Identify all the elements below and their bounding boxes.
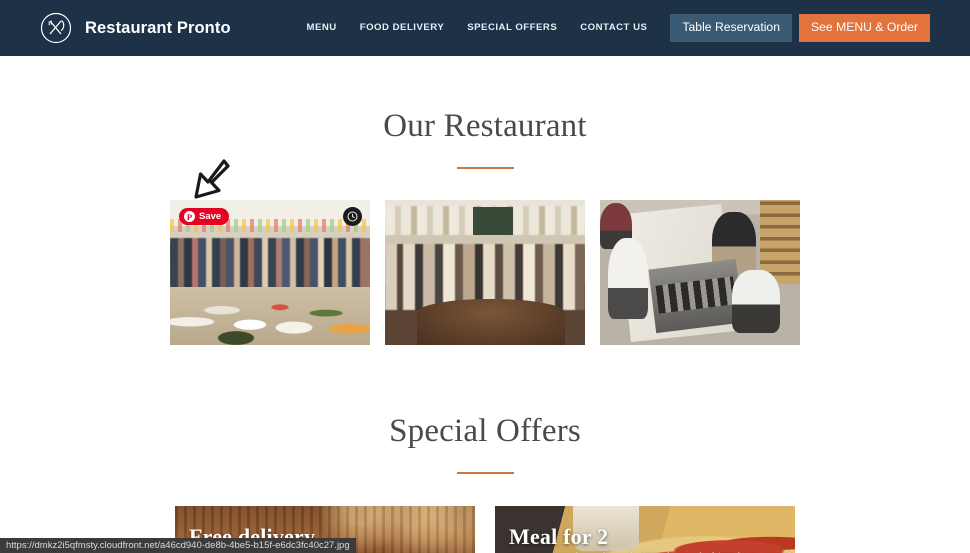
our-restaurant-title: Our Restaurant [383, 108, 587, 144]
see-menu-and-order-button[interactable]: See MENU & Order [798, 13, 930, 43]
photo-barista-decoration [732, 269, 780, 334]
photo-customer-decoration [608, 237, 648, 319]
special-offers-title-rule [456, 472, 514, 474]
restaurant-photo-gallery: P Save [0, 200, 970, 345]
photo-crowd-decoration [170, 237, 370, 293]
restaurant-photo-2[interactable] [385, 200, 585, 345]
main-navigation: MENU FOOD DELIVERY SPECIAL OFFERS CONTAC… [306, 13, 930, 43]
nav-link-special-offers[interactable]: SPECIAL OFFERS [467, 22, 557, 33]
photo-table-decoration [417, 298, 565, 345]
pinterest-more-circle-icon[interactable] [343, 207, 362, 226]
photo-chalkboard-decoration [473, 207, 513, 235]
pinterest-save-button[interactable]: P Save [179, 208, 230, 225]
nav-link-food-delivery[interactable]: FOOD DELIVERY [360, 22, 445, 33]
restaurant-photo-1[interactable]: P Save [170, 200, 370, 345]
page-root: Restaurant Pronto MENU FOOD DELIVERY SPE… [0, 0, 970, 553]
fork-knife-circle-icon [38, 10, 74, 46]
offer-title: Meal for 2 [509, 524, 609, 549]
nav-link-contact-us[interactable]: CONTACT US [580, 22, 647, 33]
brand-name: Restaurant Pronto [85, 18, 231, 37]
status-bar-url: https://dmkz2i5qfmsty.cloudfront.net/a46… [0, 538, 356, 553]
restaurant-photo-3[interactable] [600, 200, 800, 345]
pinterest-save-label: Save [199, 211, 222, 222]
site-header: Restaurant Pronto MENU FOOD DELIVERY SPE… [0, 0, 970, 56]
photo-buffet-decoration [170, 287, 370, 345]
special-offers-section: Special Offers Free delivery Meal for 2 … [0, 413, 970, 553]
our-restaurant-section: Our Restaurant P Save [0, 108, 970, 345]
special-offers-title: Special Offers [389, 413, 581, 449]
brand[interactable]: Restaurant Pronto [38, 10, 231, 46]
table-reservation-button[interactable]: Table Reservation [670, 13, 792, 43]
our-restaurant-title-rule [456, 167, 514, 169]
pinterest-logo-icon: P [184, 211, 195, 222]
photo-espresso-machine-decoration [648, 258, 744, 333]
nav-link-menu[interactable]: MENU [306, 22, 336, 33]
offer-card-meal-for-2[interactable]: Meal for 2 Buy 2 Large pizzas for only $… [495, 506, 795, 553]
